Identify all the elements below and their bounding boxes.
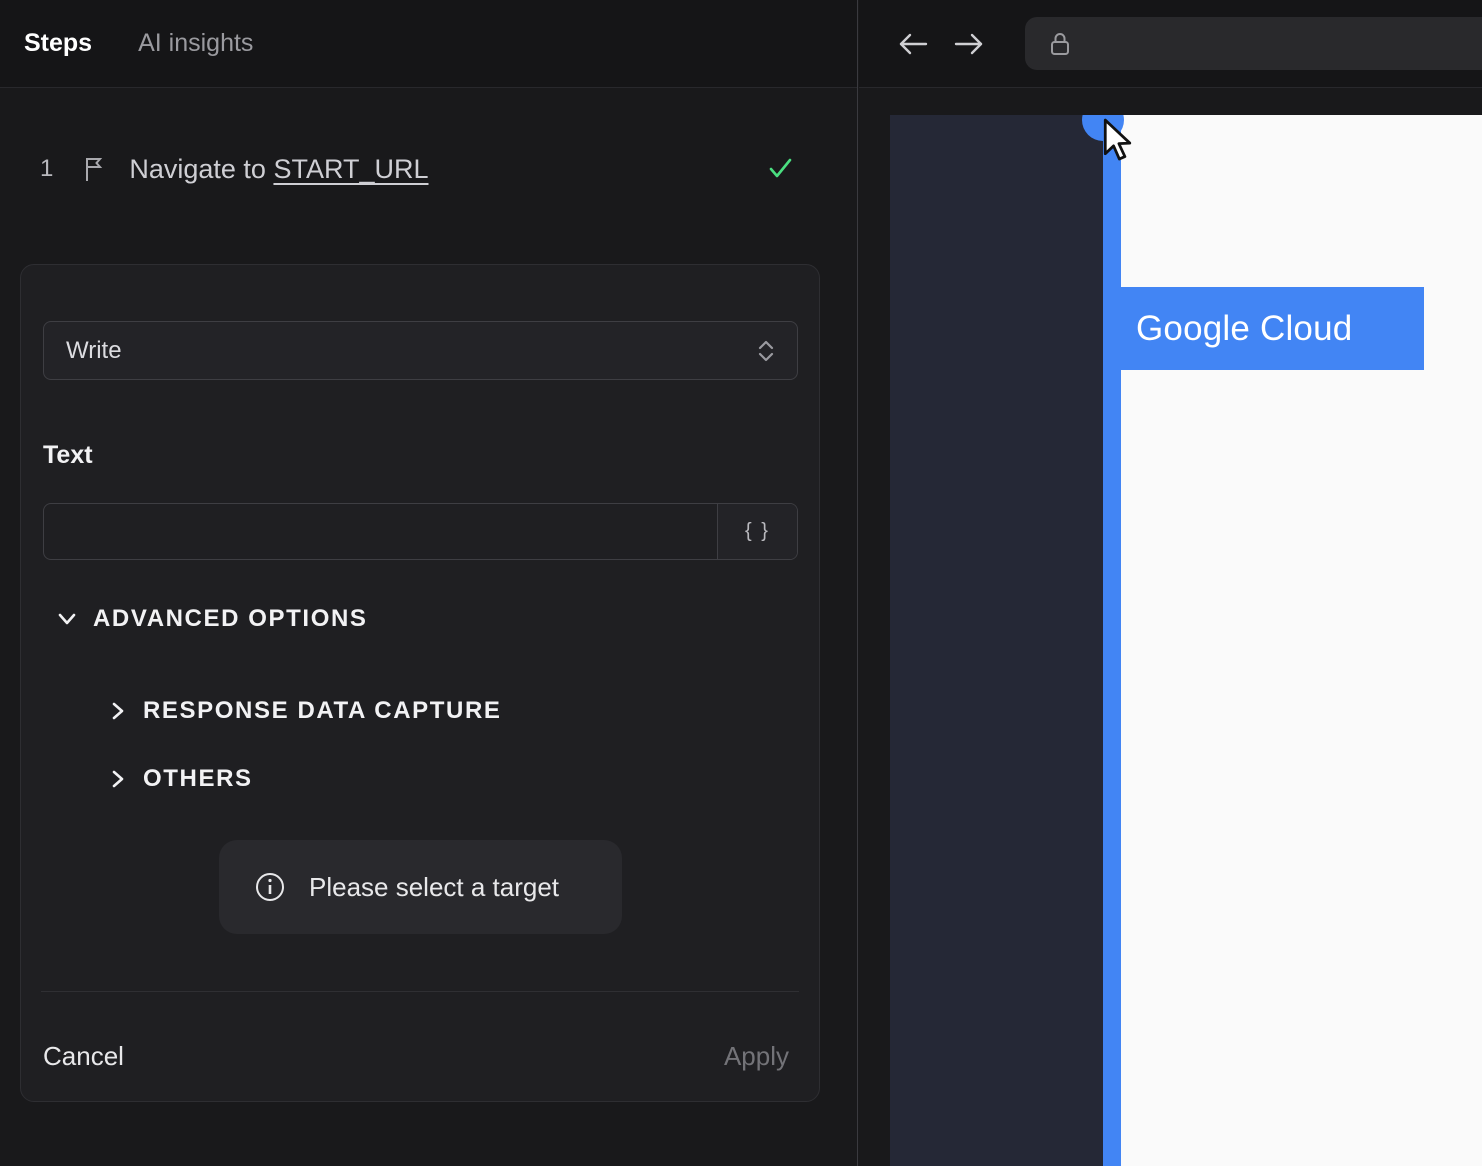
chevron-down-icon — [55, 607, 79, 631]
cancel-button[interactable]: Cancel — [43, 1041, 124, 1072]
response-data-capture-label: RESPONSE DATA CAPTURE — [143, 697, 502, 724]
step-editor-card: Write Text { } ADVANCED OPTIONS RESPONSE… — [20, 264, 820, 1102]
action-type-value: Write — [66, 336, 122, 364]
start-url-link[interactable]: START_URL — [273, 154, 428, 184]
back-button[interactable] — [895, 26, 931, 62]
action-type-select[interactable]: Write — [43, 321, 798, 380]
highlight-stripe — [1103, 115, 1121, 1166]
info-icon — [253, 870, 287, 904]
chevron-right-icon — [105, 699, 129, 723]
insert-token-button[interactable]: { } — [717, 504, 797, 559]
tab-ai-insights[interactable]: AI insights — [138, 29, 253, 58]
chevron-right-icon — [105, 767, 129, 791]
editor-footer: Cancel Apply — [21, 1021, 819, 1091]
text-field-label: Text — [43, 441, 93, 469]
advanced-options-toggle[interactable]: ADVANCED OPTIONS — [55, 605, 368, 633]
footer-divider — [41, 991, 799, 992]
tab-steps[interactable]: Steps — [24, 29, 92, 58]
app-window: Steps AI insights 1 Navigate to START_UR… — [0, 0, 1482, 1166]
step-number: 1 — [40, 155, 54, 182]
browser-toolbar — [859, 0, 1482, 88]
address-bar[interactable] — [1025, 17, 1482, 70]
others-toggle[interactable]: OTHERS — [105, 765, 253, 793]
page-dark-sidebar — [890, 115, 1103, 1166]
steps-panel: Steps AI insights 1 Navigate to START_UR… — [0, 0, 858, 1166]
google-cloud-highlight[interactable]: Google Cloud — [1118, 287, 1424, 370]
flag-icon — [81, 155, 107, 183]
apply-button[interactable]: Apply — [724, 1041, 789, 1072]
step-label-prefix: Navigate to — [129, 153, 274, 184]
browser-panel: Google Cloud — [859, 0, 1482, 1166]
text-input[interactable] — [44, 504, 717, 559]
text-input-group: { } — [43, 503, 798, 560]
step-row[interactable]: 1 Navigate to START_URL — [0, 140, 858, 198]
select-target-hint-label: Please select a target — [309, 871, 560, 902]
left-tab-bar: Steps AI insights — [0, 0, 857, 88]
select-chevrons-icon — [755, 338, 777, 364]
step-success-check-icon — [764, 152, 796, 184]
step-label: Navigate to START_URL — [129, 154, 428, 185]
forward-button[interactable] — [951, 26, 987, 62]
response-data-capture-toggle[interactable]: RESPONSE DATA CAPTURE — [105, 697, 502, 725]
others-label: OTHERS — [143, 765, 253, 792]
lock-icon — [1047, 29, 1073, 59]
page-content-area — [1121, 115, 1482, 1166]
browser-viewport: Google Cloud — [890, 115, 1482, 1166]
select-target-hint: Please select a target — [219, 840, 622, 934]
advanced-options-label: ADVANCED OPTIONS — [93, 605, 368, 632]
google-cloud-label: Google Cloud — [1136, 308, 1353, 348]
mouse-cursor — [1096, 117, 1136, 163]
